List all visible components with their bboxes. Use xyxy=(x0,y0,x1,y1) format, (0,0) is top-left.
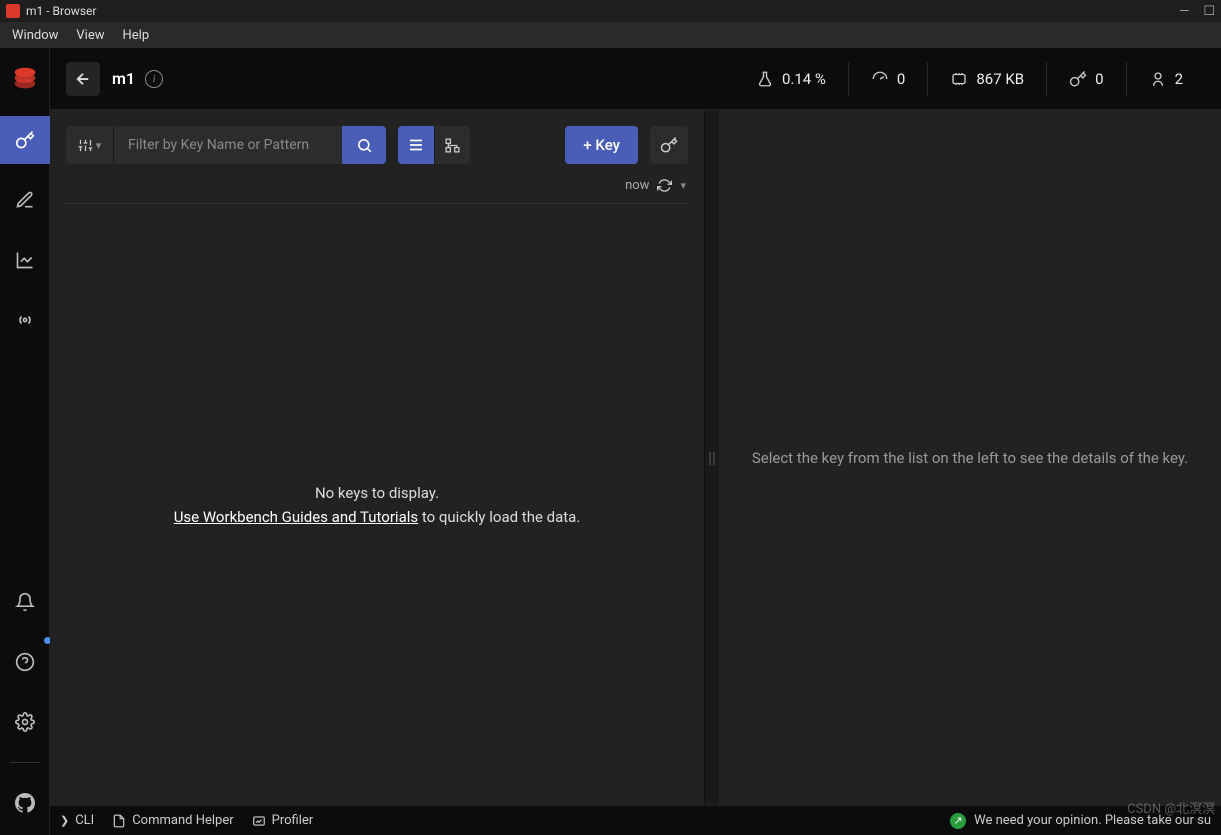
guides-message: Use Workbench Guides and Tutorials to qu… xyxy=(174,508,581,526)
menu-view[interactable]: View xyxy=(68,25,112,46)
tree-view-button[interactable] xyxy=(434,126,470,164)
keys-panel: ▾ xyxy=(50,110,705,805)
add-key-button[interactable]: + Key xyxy=(565,126,638,164)
topbar: m1 i 0.14 % 0 867 KB 0 xyxy=(50,48,1221,110)
sidebar-item-settings[interactable] xyxy=(0,698,50,746)
info-icon[interactable]: i xyxy=(145,70,163,88)
no-keys-message: No keys to display. xyxy=(315,484,439,502)
search-icon xyxy=(356,137,373,154)
keys-toolbar: ▾ xyxy=(66,126,688,164)
details-panel: Select the key from the list on the left… xyxy=(719,110,1221,805)
feedback-text[interactable]: We need your opinion. Please take our su xyxy=(974,813,1211,828)
panel-splitter[interactable]: || xyxy=(705,110,719,805)
app-icon xyxy=(6,4,20,18)
sidebar-item-github[interactable] xyxy=(0,779,50,827)
document-icon xyxy=(112,814,126,828)
footer: ❯ CLI Command Helper Profiler ↗ We need … xyxy=(50,805,1221,835)
database-name: m1 xyxy=(112,69,135,88)
divider xyxy=(10,762,40,763)
stats-bar: 0.14 % 0 867 KB 0 2 xyxy=(734,62,1205,96)
sidebar-item-help[interactable] xyxy=(0,638,50,686)
menu-window[interactable]: Window xyxy=(4,25,66,46)
chevron-down-icon: ▾ xyxy=(96,139,102,152)
flask-icon xyxy=(756,70,774,88)
chevron-right-icon: ❯ xyxy=(60,814,69,827)
menu-help[interactable]: Help xyxy=(115,25,158,46)
memory-icon xyxy=(950,70,968,88)
last-refresh-label: now xyxy=(625,178,649,193)
window-title: m1 - Browser xyxy=(26,4,96,18)
window-titlebar: m1 - Browser — ☐ xyxy=(0,0,1221,22)
refresh-icon[interactable] xyxy=(657,178,672,193)
guides-link[interactable]: Use Workbench Guides and Tutorials xyxy=(174,508,418,526)
list-icon xyxy=(407,136,425,154)
key-icon xyxy=(1069,70,1087,88)
filter-input[interactable] xyxy=(114,126,342,164)
sidebar xyxy=(0,48,50,835)
key-bulk-icon xyxy=(660,136,678,154)
sliders-icon xyxy=(78,138,93,153)
sidebar-item-browser[interactable] xyxy=(0,116,50,164)
bulk-actions-button[interactable] xyxy=(650,126,688,164)
minimize-button[interactable]: — xyxy=(1179,4,1189,19)
feedback-icon[interactable]: ↗ xyxy=(950,813,966,829)
footer-profiler[interactable]: Profiler xyxy=(252,813,314,828)
empty-state: No keys to display. Use Workbench Guides… xyxy=(66,204,688,805)
profiler-icon xyxy=(252,814,266,828)
sidebar-item-notifications[interactable] xyxy=(0,578,50,626)
footer-command-helper[interactable]: Command Helper xyxy=(112,813,233,828)
sidebar-item-analysis[interactable] xyxy=(0,236,50,284)
menubar: Window View Help xyxy=(0,22,1221,48)
details-placeholder: Select the key from the list on the left… xyxy=(752,449,1188,467)
gauge-icon xyxy=(871,70,889,88)
sidebar-item-workbench[interactable] xyxy=(0,176,50,224)
tree-icon xyxy=(444,137,461,154)
filter-type-dropdown[interactable]: ▾ xyxy=(66,126,114,164)
redis-logo[interactable] xyxy=(9,62,41,94)
stat-keys: 0 xyxy=(1046,62,1125,96)
user-icon xyxy=(1149,70,1167,88)
stat-cpu: 0.14 % xyxy=(734,62,848,96)
refresh-row: now ▾ xyxy=(66,172,688,204)
stat-clients: 2 xyxy=(1126,62,1205,96)
back-button[interactable] xyxy=(66,62,100,96)
sidebar-item-pubsub[interactable] xyxy=(0,296,50,344)
maximize-button[interactable]: ☐ xyxy=(1203,4,1215,19)
search-button[interactable] xyxy=(342,126,386,164)
chevron-down-icon[interactable]: ▾ xyxy=(680,179,686,192)
stat-throughput: 0 xyxy=(848,62,927,96)
list-view-button[interactable] xyxy=(398,126,434,164)
stat-memory: 867 KB xyxy=(927,62,1046,96)
footer-cli[interactable]: ❯ CLI xyxy=(60,813,94,828)
